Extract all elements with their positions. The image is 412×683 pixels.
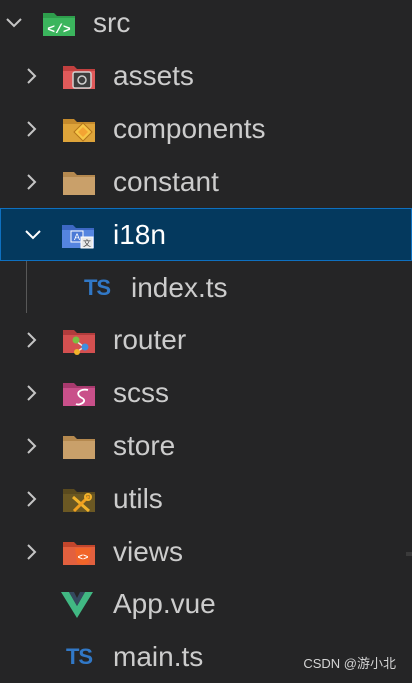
chevron-right-icon[interactable] [22,172,42,192]
tree-row-router[interactable]: router [0,313,412,366]
tree-row-app-vue[interactable]: App.vue [0,577,412,630]
svg-text:</>: </> [47,22,71,37]
chevron-right-icon[interactable] [22,383,42,403]
chevron-down-icon[interactable] [4,13,24,33]
chevron-right-icon[interactable] [22,542,42,562]
tree-row-scss[interactable]: scss [0,366,412,419]
svg-text:文: 文 [83,238,91,248]
folder-icon [62,167,96,197]
folder-utils-icon [62,484,96,514]
scrollbar-edge[interactable] [406,552,412,556]
tree-row-views[interactable]: <> views [0,525,412,578]
tree-row-assets[interactable]: assets [0,49,412,102]
chevron-right-icon[interactable] [22,66,42,86]
tree-row-src[interactable]: </> src [0,0,412,49]
folder-views-icon: <> [62,537,96,567]
chevron-right-icon[interactable] [22,119,42,139]
folder-router-icon [62,325,96,355]
tree-label: scss [113,377,169,408]
tree-label: router [113,324,187,355]
folder-scss-icon [62,378,96,408]
tree-label: index.ts [131,272,228,303]
folder-i18n-icon: A 文 [61,220,95,250]
tree-label: store [113,430,176,461]
tree-row-i18n[interactable]: A 文 i18n [0,208,412,261]
ts-badge: TS [83,274,111,300]
tree-label: components [113,113,266,144]
tree-label: views [113,536,184,567]
folder-assets-icon [62,61,96,91]
chevron-right-icon[interactable] [22,489,42,509]
watermark: CSDN @游小北 [303,656,396,671]
chevron-right-icon[interactable] [22,436,42,456]
chevron-right-icon[interactable] [22,330,42,350]
tree-row-constant[interactable]: constant [0,155,412,208]
tree-label: App.vue [113,588,216,619]
tree-label: i18n [113,219,166,250]
tree-label: assets [113,60,194,91]
tree-label: src [93,7,131,38]
tree-row-components[interactable]: components [0,102,412,155]
tree-label: constant [113,166,219,197]
tree-label: utils [113,483,163,514]
tree-row-store[interactable]: store [0,419,412,472]
folder-icon [62,431,96,461]
chevron-down-icon[interactable] [23,225,43,245]
tree-row-index-ts[interactable]: TS index.ts [0,261,412,314]
tree-label: main.ts [113,641,204,672]
vue-file-icon [60,589,94,619]
svg-text:<>: <> [78,553,89,563]
folder-components-icon [62,114,96,144]
ts-badge: TS [65,643,93,669]
typescript-file-icon: TS [62,642,96,672]
typescript-file-icon: TS [80,273,114,303]
folder-src-icon: </> [42,8,76,38]
svg-text:A: A [74,232,80,242]
tree-row-utils[interactable]: utils [0,472,412,525]
